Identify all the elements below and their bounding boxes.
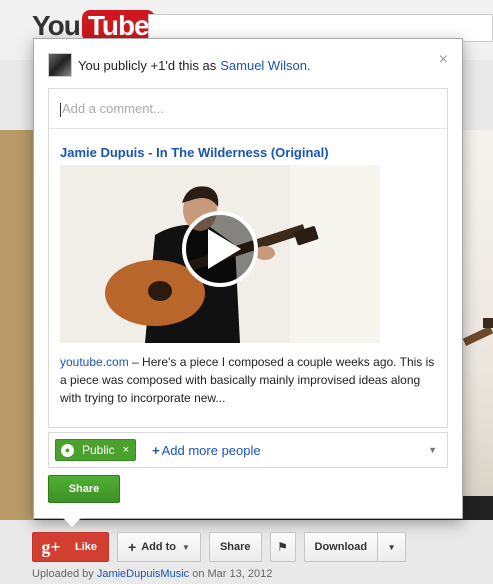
shared-link-title[interactable]: Jamie Dupuis - In The Wilderness (Origin… bbox=[60, 145, 329, 160]
comment-placeholder: Add a comment... bbox=[62, 101, 164, 116]
text-cursor bbox=[60, 102, 61, 117]
plus-one-notice: You publicly +1'd this as bbox=[78, 57, 217, 73]
share-dialog-header: You publicly +1'd this as Samuel Wilson. bbox=[48, 53, 311, 77]
dialog-pointer bbox=[62, 517, 82, 527]
video-player-left-edge bbox=[0, 130, 34, 520]
flag-icon: ⚑ bbox=[277, 540, 288, 554]
gplus-icon: g+ bbox=[41, 536, 61, 557]
add-to-button[interactable]: + Add to ▼ bbox=[117, 532, 201, 562]
like-label: Like bbox=[75, 541, 98, 553]
plus-icon: + bbox=[152, 443, 160, 458]
user-name-link[interactable]: Samuel Wilson. bbox=[220, 58, 310, 73]
share-video-button[interactable]: Share bbox=[208, 532, 262, 562]
chevron-down-icon[interactable]: ▼ bbox=[428, 445, 437, 455]
download-options-button[interactable]: ▼ bbox=[378, 532, 407, 562]
audience-chip-label: Public bbox=[82, 443, 115, 457]
upload-info: Uploaded by JamieDupuisMusic on Mar 13, … bbox=[32, 568, 272, 580]
close-icon[interactable]: × bbox=[439, 51, 448, 69]
shared-link-description: youtube.com – Here's a piece I composed … bbox=[60, 353, 440, 407]
audience-chip-public[interactable]: ● Public × bbox=[55, 439, 137, 461]
upload-prefix: Uploaded by bbox=[32, 568, 97, 580]
add-more-people-label: Add more people bbox=[161, 443, 261, 458]
avatar bbox=[48, 53, 72, 77]
gplus-like-button[interactable]: g+ Like bbox=[32, 532, 109, 562]
upload-date: on Mar 13, 2012 bbox=[189, 568, 273, 580]
comment-input[interactable]: Add a comment... bbox=[49, 89, 447, 129]
share-content-box: Add a comment... Jamie Dupuis - In The W… bbox=[48, 88, 448, 428]
add-more-people-link[interactable]: + Add more people bbox=[152, 443, 261, 458]
audience-selector[interactable]: ● Public × + Add more people ▼ bbox=[48, 432, 448, 468]
chevron-down-icon: ▼ bbox=[182, 542, 190, 552]
video-frame-guitar-neck bbox=[463, 318, 493, 346]
video-action-bar: g+ Like + Add to ▼ Share ⚑ Download ▼ bbox=[32, 532, 407, 562]
remove-chip-icon[interactable]: × bbox=[123, 444, 129, 456]
plus-icon: + bbox=[128, 539, 137, 555]
globe-icon: ● bbox=[61, 443, 74, 457]
share-dialog: You publicly +1'd this as Samuel Wilson.… bbox=[33, 38, 463, 519]
download-button[interactable]: Download bbox=[303, 532, 379, 562]
video-thumbnail[interactable] bbox=[60, 165, 380, 343]
add-to-label: Add to bbox=[141, 541, 177, 553]
share-button[interactable]: Share bbox=[48, 475, 120, 503]
link-source[interactable]: youtube.com bbox=[60, 355, 129, 369]
download-button-group: Download ▼ bbox=[303, 532, 407, 562]
uploader-link[interactable]: JamieDupuisMusic bbox=[97, 568, 189, 580]
flag-button[interactable]: ⚑ bbox=[269, 532, 296, 562]
chevron-down-icon: ▼ bbox=[387, 542, 396, 552]
thumbnail-image bbox=[60, 165, 380, 343]
